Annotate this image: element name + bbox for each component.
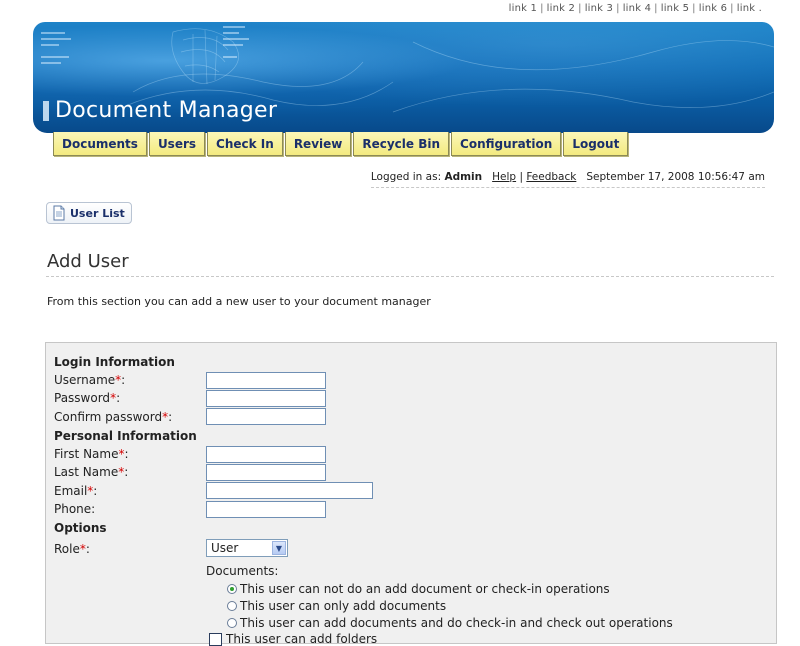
- title-accent-bar: [43, 100, 49, 121]
- chevron-down-icon[interactable]: ▼: [272, 541, 286, 555]
- radio-button[interactable]: [227, 584, 237, 594]
- top-link-2[interactable]: link 2: [547, 3, 575, 14]
- first-name-label: First Name*:: [54, 447, 129, 461]
- add-folders-option[interactable]: This user can add folders: [209, 632, 377, 646]
- documents-radio-option[interactable]: This user can add documents and do check…: [227, 616, 673, 630]
- last-name-label-text: Last Name: [54, 465, 119, 479]
- add-user-form: Login Information Username*: Password*: …: [45, 342, 777, 646]
- datetime: September 17, 2008 10:56:47 am: [586, 171, 765, 183]
- required-marker: *: [118, 465, 125, 479]
- radio-label: This user can add documents and do check…: [240, 616, 673, 630]
- last-name-label: Last Name*:: [54, 465, 129, 479]
- password-input[interactable]: [206, 390, 326, 407]
- top-link-3[interactable]: link 3: [585, 3, 613, 14]
- personal-section-heading: Personal Information: [54, 429, 197, 443]
- login-section-heading: Login Information: [54, 355, 175, 369]
- page-title: Add User: [47, 251, 129, 272]
- page-intro: From this section you can add a new user…: [47, 295, 431, 308]
- app-title: Document Manager: [43, 98, 277, 123]
- top-link-7[interactable]: link .: [737, 3, 762, 14]
- top-link-6[interactable]: link 6: [699, 3, 727, 14]
- confirm-password-label: Confirm password*:: [54, 410, 173, 424]
- confirm-password-label-text: Confirm password: [54, 410, 163, 424]
- radio-button[interactable]: [227, 618, 237, 628]
- required-marker: *: [162, 410, 169, 424]
- separator: |: [540, 3, 544, 14]
- role-select[interactable]: User ▼: [206, 539, 288, 557]
- separator: |: [730, 3, 734, 14]
- username-label: Username*:: [54, 373, 126, 387]
- separator: |: [578, 3, 582, 14]
- tab-recycle-bin[interactable]: Recycle Bin: [353, 132, 450, 156]
- tab-configuration[interactable]: Configuration: [451, 132, 562, 156]
- user-list-button[interactable]: User List: [46, 202, 132, 224]
- required-marker: *: [118, 447, 125, 461]
- separator: |: [519, 171, 523, 183]
- radio-label: This user can not do an add document or …: [240, 582, 610, 596]
- first-name-input[interactable]: [206, 446, 326, 463]
- role-label: Role*:: [54, 542, 90, 556]
- help-link[interactable]: Help: [492, 171, 516, 183]
- add-folders-label: This user can add folders: [226, 632, 378, 646]
- phone-label: Phone:: [54, 502, 96, 516]
- required-marker: *: [87, 484, 94, 498]
- separator: |: [692, 3, 696, 14]
- email-input[interactable]: [206, 482, 373, 499]
- role-label-text: Role: [54, 542, 80, 556]
- email-label: Email*:: [54, 484, 98, 498]
- email-label-text: Email: [54, 484, 88, 498]
- required-marker: *: [115, 373, 122, 387]
- app-title-text: Document Manager: [55, 98, 278, 123]
- top-link-1[interactable]: link 1: [509, 3, 537, 14]
- options-section-heading: Options: [54, 521, 107, 535]
- user-list-label: User List: [70, 206, 125, 220]
- tab-logout[interactable]: Logout: [563, 132, 629, 156]
- top-link-4[interactable]: link 4: [623, 3, 651, 14]
- password-label-text: Password: [54, 391, 111, 405]
- confirm-password-input[interactable]: [206, 408, 326, 425]
- top-links: link 1 | link 2 | link 3 | link 4 | link 5 | link …: [509, 3, 762, 14]
- tab-users[interactable]: Users: [148, 132, 206, 156]
- separator: |: [616, 3, 620, 14]
- logged-in-label: Logged in as:: [370, 171, 442, 183]
- status-bar: Logged in as: Admin Help | Feedback Sept…: [370, 171, 765, 188]
- document-list-icon: [53, 205, 65, 221]
- divider: [46, 276, 774, 277]
- required-marker: *: [79, 542, 86, 556]
- header-banner: Document Manager: [33, 22, 774, 133]
- password-label: Password*:: [54, 391, 121, 405]
- top-link-5[interactable]: link 5: [661, 3, 689, 14]
- add-folders-checkbox[interactable]: [209, 632, 222, 646]
- documents-radio-option[interactable]: This user can not do an add document or …: [227, 582, 610, 596]
- tab-review[interactable]: Review: [284, 132, 352, 156]
- phone-input[interactable]: [206, 501, 326, 518]
- main-nav: Documents Users Check In Review Recycle …: [53, 132, 629, 156]
- required-marker: *: [110, 391, 117, 405]
- username-label-text: Username: [54, 373, 116, 387]
- last-name-input[interactable]: [206, 464, 326, 481]
- tab-check-in[interactable]: Check In: [207, 132, 283, 156]
- role-select-value: User: [211, 541, 239, 555]
- documents-radio-option[interactable]: This user can only add documents: [227, 599, 446, 613]
- documents-permission-label: Documents:: [206, 564, 279, 578]
- radio-label: This user can only add documents: [240, 599, 447, 613]
- first-name-label-text: First Name: [54, 447, 119, 461]
- tab-documents[interactable]: Documents: [53, 132, 147, 156]
- username-input[interactable]: [206, 372, 326, 389]
- radio-button[interactable]: [227, 601, 237, 611]
- logged-in-user: Admin: [444, 171, 483, 183]
- separator: |: [654, 3, 658, 14]
- feedback-link[interactable]: Feedback: [526, 171, 576, 183]
